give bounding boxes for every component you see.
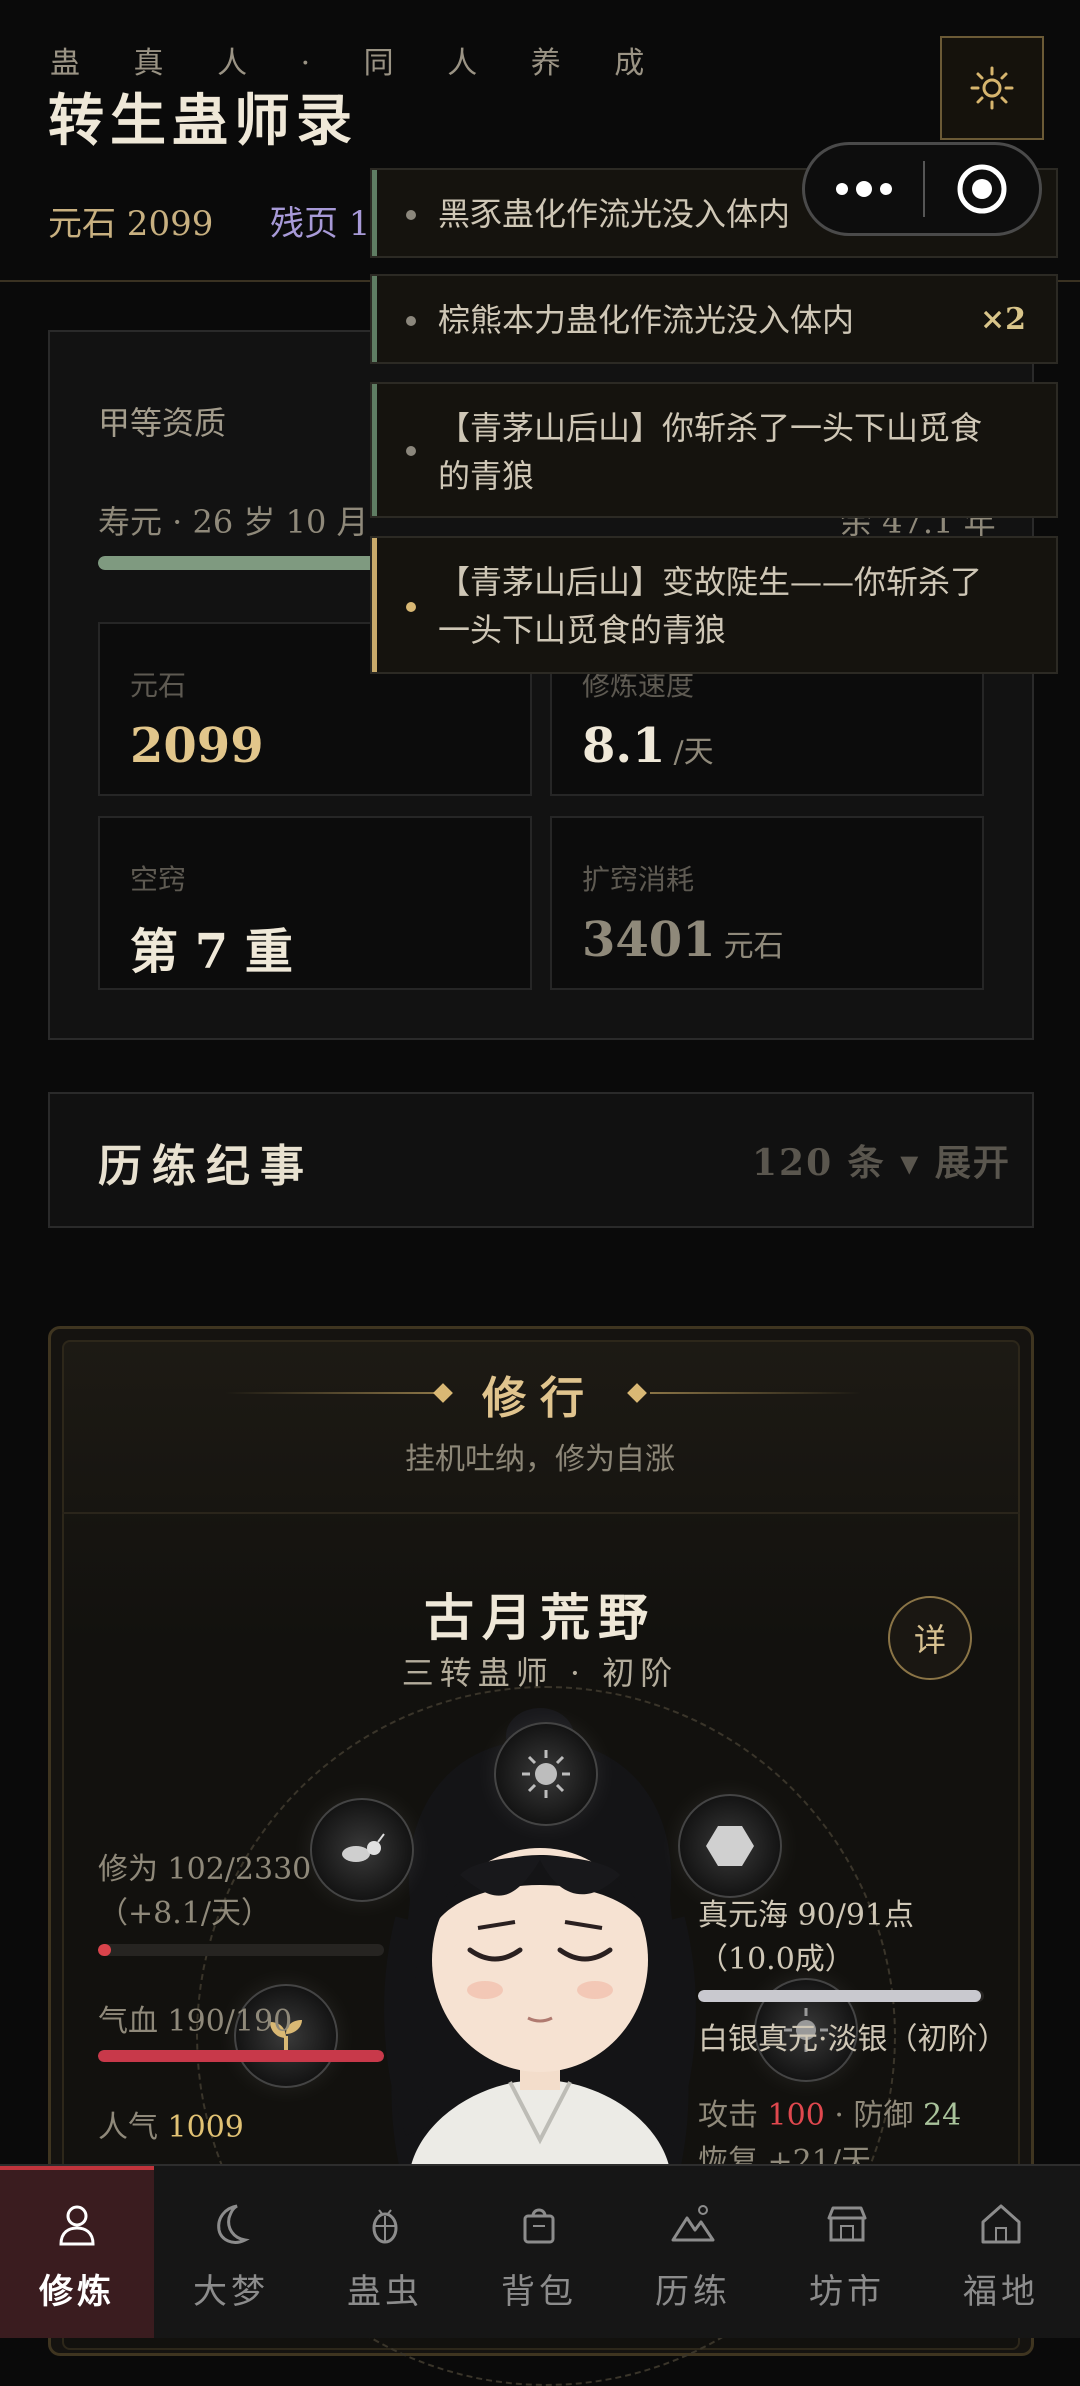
detail-button[interactable]: 详 [888, 1596, 972, 1680]
toast-accent [372, 538, 377, 672]
resource-yuanshi: 元石 2099 [48, 204, 214, 244]
stat-kongqiao: 空窍 第 7 重 [98, 816, 532, 990]
bullet [406, 210, 416, 220]
chronicle-expand[interactable]: 120 条 ▾ 展开 [752, 1134, 1011, 1186]
bullet [406, 316, 416, 326]
nav-label: 大梦 [193, 2272, 269, 2312]
stat-value: 第 7 重 [130, 924, 293, 980]
qixue-bar [98, 2050, 384, 2062]
stat-value: 3401 元石 [582, 912, 784, 968]
stat-value: 8.1/天 [582, 718, 714, 774]
worm-icon [342, 1833, 385, 1862]
xiuwei-label: 修为 102/2330 [98, 1852, 312, 1887]
stat-label: 扩窍消耗 [582, 863, 695, 896]
gu-slot-right[interactable] [678, 1794, 782, 1898]
mountain-icon [669, 2198, 717, 2250]
xiuwei-bar [98, 1944, 384, 1956]
stat-expand-cost[interactable]: 扩窍消耗 3401 元石 [550, 816, 984, 990]
toast-count: ×2 [979, 302, 1026, 337]
zhenyuan-sub: （10.0成） [698, 1942, 855, 1977]
nav-item-lilian[interactable]: 历练 [616, 2166, 770, 2338]
nav-label: 历练 [655, 2272, 731, 2312]
resource-canye: 残页 1 [270, 204, 371, 244]
gu-slot-top[interactable] [494, 1722, 598, 1826]
lifespan-label: 寿元 · 26 岁 10 月 [98, 503, 369, 541]
target-icon [957, 164, 1007, 214]
zhenyuan-label: 真元海 90/91点 [698, 1898, 914, 1933]
qixue-bar-fill [98, 2050, 384, 2062]
bullet [406, 602, 416, 612]
toast-accent [372, 170, 377, 256]
nav-item-xiulian[interactable]: 修炼 [0, 2166, 154, 2338]
nav-label: 背包 [501, 2272, 577, 2312]
active-indicator [0, 2166, 154, 2170]
aptitude-label: 甲等资质 [98, 404, 227, 442]
stat-label: 空窍 [130, 863, 187, 896]
toast-accent [372, 384, 377, 516]
combat-stats: 攻击 100 · 防御 24 [698, 2098, 962, 2133]
zhenyuan-bar [698, 1990, 984, 2002]
xiuwei-rate: （+8.1/天） [98, 1896, 271, 1931]
stat-value: 2099 [130, 718, 264, 774]
toast-accent [372, 276, 377, 362]
settings-button[interactable] [940, 36, 1044, 140]
toast-text: 【青茅山后山】你斩杀了一头下山觅食的青狼 [438, 409, 983, 495]
stat-label: 元石 [130, 669, 187, 702]
bag-icon [515, 2198, 563, 2250]
gear-icon [970, 66, 1014, 110]
panel-divider [62, 1512, 1020, 1514]
bug-icon [361, 2198, 409, 2250]
title-ornament [650, 1392, 860, 1394]
shop-icon [823, 2198, 871, 2250]
notification-toast: 【青茅山后山】变故陡生——你斩杀了一头下山觅食的青狼 [370, 536, 1058, 674]
chronicle-title: 历练纪事 [98, 1141, 314, 1192]
nav-item-guchong[interactable]: 蛊虫 [308, 2166, 462, 2338]
nav-item-dameng[interactable]: 大梦 [154, 2166, 308, 2338]
renqi-stat: 人气 1009 [98, 2110, 244, 2145]
nav-label: 蛊虫 [347, 2272, 423, 2312]
qixue-label: 气血 190/190 [98, 2004, 293, 2039]
nav-label: 福地 [963, 2272, 1039, 2312]
notification-toast: 【青茅山后山】你斩杀了一头下山觅食的青狼 [370, 382, 1058, 518]
moon-icon [207, 2198, 255, 2250]
home-icon [977, 2198, 1025, 2250]
person-icon [53, 2198, 101, 2250]
toast-text: 棕熊本力蛊化作流光没入体内 [438, 301, 855, 339]
miniprogram-capsule [802, 142, 1042, 236]
nav-item-beibao[interactable]: 背包 [462, 2166, 616, 2338]
xiuwei-bar-fill [98, 1944, 111, 1956]
close-miniprogram-button[interactable] [925, 162, 1039, 216]
cultivation-title: 修行 [482, 1373, 598, 1424]
more-dots-icon [836, 181, 892, 197]
nav-item-fudi[interactable]: 福地 [924, 2166, 1078, 2338]
bottom-nav: 修炼 大梦 蛊虫 背包 历练 坊市 福地 [0, 2164, 1080, 2338]
nav-label: 修炼 [39, 2272, 115, 2312]
sun-icon [522, 1750, 570, 1798]
nav-label: 坊市 [809, 2272, 885, 2312]
toast-text: 【青茅山后山】变故陡生——你斩杀了一头下山觅食的青狼 [438, 563, 983, 649]
nav-item-fangshi[interactable]: 坊市 [770, 2166, 924, 2338]
notification-toast: 棕熊本力蛊化作流光没入体内 ×2 [370, 274, 1058, 364]
bullet [406, 446, 416, 456]
cultivation-subtitle: 挂机吐纳，修为自涨 [405, 1442, 675, 1477]
app-title: 转生蛊师录 [48, 88, 358, 154]
zhenyuan-type: 白银真元·淡银（初阶） [698, 2022, 1008, 2057]
zhenyuan-bar-fill [698, 1990, 982, 2002]
stone-icon [706, 1826, 754, 1866]
more-button[interactable] [805, 145, 923, 233]
gu-slot-left[interactable] [310, 1798, 414, 1902]
